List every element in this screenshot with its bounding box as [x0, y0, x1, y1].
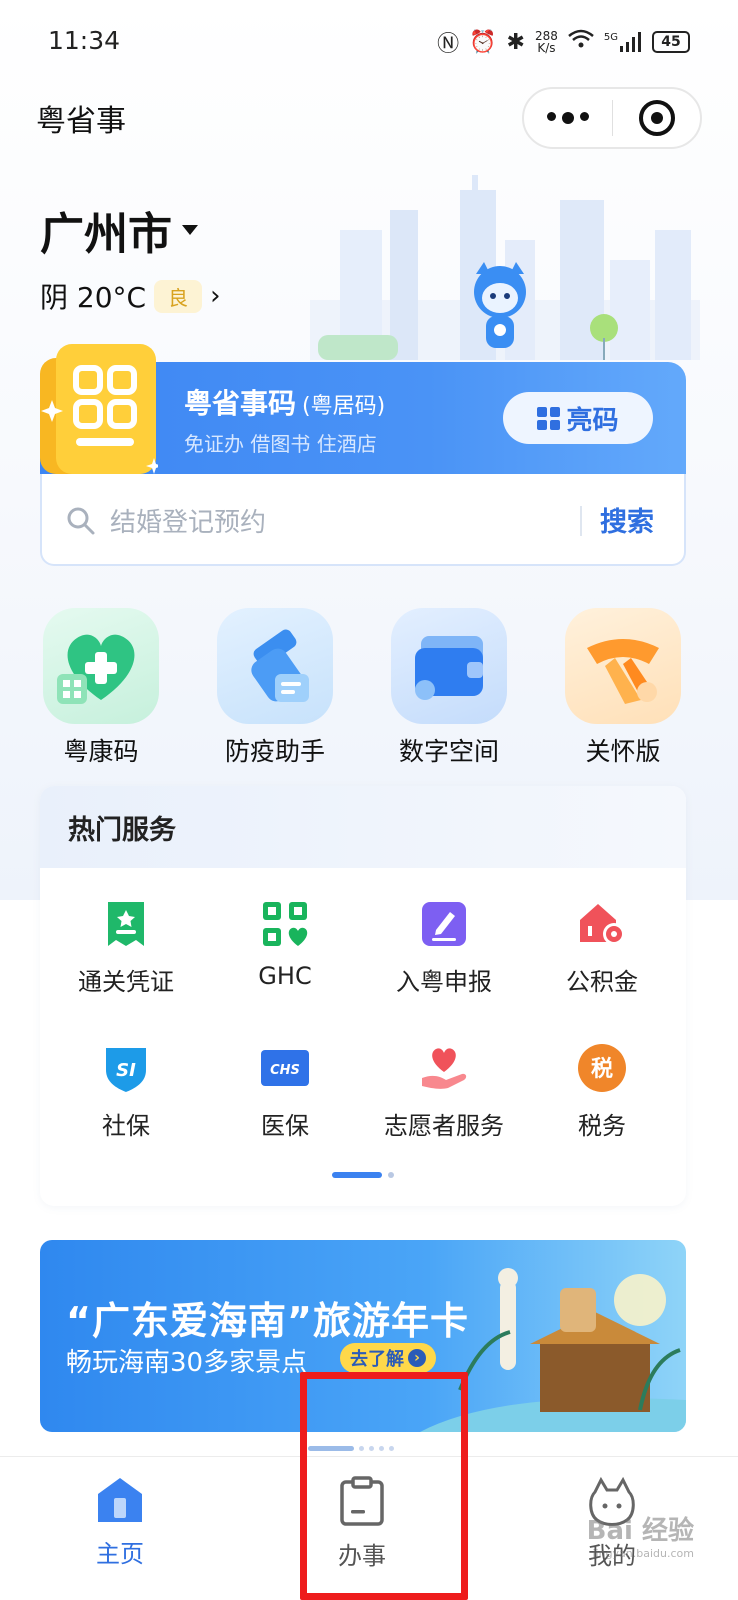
- target-icon: [638, 100, 675, 136]
- aqi-badge: 良: [154, 279, 203, 313]
- tab-label: 主页: [96, 1540, 144, 1568]
- service-social-security[interactable]: SI 社保: [46, 1042, 206, 1141]
- watermark-url: jingyan.baidu.com: [592, 1547, 694, 1560]
- status-icons: Ⓝ ⏰ ✱ 288 K/s 5G 45: [437, 26, 690, 58]
- pager-dot: [388, 1172, 394, 1178]
- home-icon: [98, 1478, 142, 1522]
- bluetooth-icon: ✱: [506, 29, 525, 55]
- cell-signal-icon: 5G: [604, 32, 642, 52]
- heart-plus-icon: [43, 608, 159, 724]
- caret-down-icon: [182, 225, 198, 235]
- service-medical-insurance[interactable]: CHS 医保: [205, 1042, 365, 1141]
- more-menu-button[interactable]: [524, 112, 612, 124]
- quick-app-care-version[interactable]: 关怀版: [548, 608, 698, 768]
- house-coin-icon: [576, 898, 628, 950]
- service-entry-declaration[interactable]: 入粤申报: [364, 898, 524, 997]
- promo-button-label: 去了解: [350, 1349, 404, 1370]
- si-badge-text: SI: [116, 1060, 136, 1081]
- chevron-right-circle-icon: ›: [408, 1349, 426, 1367]
- search-divider: [580, 506, 582, 536]
- promo-learn-more-button[interactable]: 去了解 ›: [340, 1343, 436, 1373]
- tax-badge-text: 税: [591, 1056, 613, 1082]
- more-dot-icon: [580, 112, 590, 121]
- spray-icon: [217, 608, 333, 724]
- chevron-right-icon: ›: [210, 281, 221, 311]
- mini-program-capsule: [522, 87, 702, 149]
- pen-square-icon: [418, 898, 470, 950]
- si-shield-icon: SI: [100, 1042, 152, 1094]
- code-title-main: 粤省事码: [184, 387, 297, 420]
- pass-ticket-icon: [100, 898, 152, 950]
- service-label: 社保: [102, 1112, 150, 1140]
- show-code-label: 亮码: [566, 405, 619, 436]
- code-banner-title: 粤省事码 (粤居码): [184, 382, 385, 422]
- service-ghc[interactable]: GHC: [205, 898, 365, 990]
- service-label: 通关凭证: [78, 968, 174, 996]
- chs-card-icon: CHS: [259, 1042, 311, 1094]
- hot-services-pager: [332, 1172, 394, 1178]
- quick-app-label: 数字空间: [398, 737, 499, 766]
- alarm-icon: ⏰: [469, 29, 497, 55]
- service-tax[interactable]: 税 税务: [522, 1042, 682, 1141]
- service-label: 志愿者服务: [384, 1112, 504, 1140]
- weather-info[interactable]: 阴 20°C 良 ›: [40, 276, 221, 316]
- wifi-icon: [568, 29, 594, 55]
- quick-app-digital-space[interactable]: 数字空间: [374, 608, 524, 768]
- service-volunteer[interactable]: 志愿者服务: [364, 1042, 524, 1141]
- promo-title: “广东爱海南”旅游年卡: [66, 1299, 469, 1343]
- service-label: 税务: [578, 1112, 626, 1140]
- status-time: 11:34: [48, 26, 121, 55]
- tab-home[interactable]: 主页: [50, 1476, 190, 1569]
- hand-heart-icon: [418, 1042, 470, 1094]
- qr-grid-icon: [537, 406, 561, 430]
- close-mini-program-button[interactable]: [613, 100, 700, 136]
- watermark-brand: Bai 经验: [586, 1516, 694, 1546]
- code-banner-description: 免证办 借图书 住酒店: [184, 432, 377, 456]
- quick-app-label: 防疫助手: [224, 737, 325, 766]
- quick-app-label: 粤康码: [63, 737, 139, 766]
- search-icon: [67, 507, 95, 535]
- tax-circle-icon: 税: [576, 1042, 628, 1094]
- code-title-sub: (粤居码): [302, 394, 386, 419]
- city-selector[interactable]: 广州市: [40, 198, 198, 262]
- net-speed-unit: K/s: [537, 41, 556, 55]
- wallet-icon: [391, 608, 507, 724]
- search-input[interactable]: 结婚登记预约: [110, 502, 266, 539]
- battery-icon: 45: [652, 31, 690, 53]
- quick-app-health-code[interactable]: 粤康码: [26, 608, 176, 768]
- show-code-button[interactable]: 亮码: [503, 392, 653, 444]
- app-title: 粤省事: [36, 104, 126, 139]
- service-customs-pass[interactable]: 通关凭证: [46, 898, 206, 997]
- ghc-qr-icon: [259, 898, 311, 950]
- quick-app-label: 关怀版: [585, 737, 661, 766]
- service-label: 入粤申报: [396, 968, 492, 996]
- highlight-annotation-box: [300, 1372, 468, 1600]
- nfc-icon: Ⓝ: [437, 32, 460, 57]
- service-label: 公积金: [566, 968, 638, 996]
- city-skyline-illustration: [310, 175, 700, 360]
- service-housing-fund[interactable]: 公积金: [522, 898, 682, 997]
- service-label: 医保: [261, 1112, 309, 1140]
- quick-app-epidemic-helper[interactable]: 防疫助手: [200, 608, 350, 768]
- weather-text: 阴 20°C: [40, 281, 147, 314]
- promo-subtitle: 畅玩海南30多家景点: [66, 1348, 308, 1378]
- status-bar: 11:34 Ⓝ ⏰ ✱ 288 K/s 5G 45: [0, 0, 738, 84]
- chs-badge-text: CHS: [270, 1063, 300, 1078]
- watermark: Bai 经验 jingyan.baidu.com: [587, 1510, 694, 1560]
- pager-dot-active: [332, 1172, 382, 1178]
- yss-code-card-icon: [40, 344, 158, 474]
- net-speed: 288 K/s: [535, 30, 558, 54]
- more-dot-icon: [562, 112, 575, 124]
- more-dot-icon: [547, 112, 557, 121]
- city-name: 广州市: [40, 209, 172, 260]
- network-type: 5G: [603, 32, 618, 43]
- scarf-icon: [565, 608, 681, 724]
- hot-services-title: 热门服务: [68, 815, 176, 846]
- search-button[interactable]: 搜索: [600, 500, 654, 539]
- service-label: GHC: [258, 962, 312, 990]
